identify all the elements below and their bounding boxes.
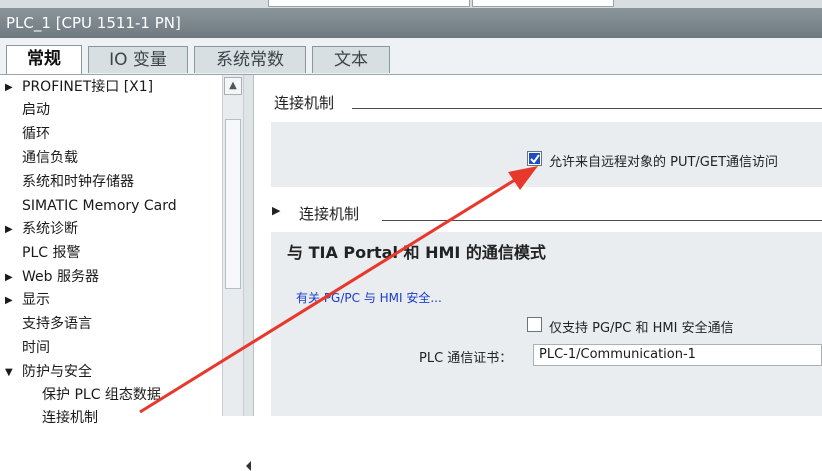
tab-io-tags[interactable]: IO 变量 <box>88 46 188 73</box>
expand-arrow-icon[interactable]: ▶ <box>5 76 13 99</box>
put-get-panel: 允许来自远程对象的 PUT/GET通信访问 <box>271 122 822 187</box>
toolbar-field[interactable] <box>472 0 614 7</box>
put-get-checkbox[interactable] <box>527 151 542 166</box>
expand-arrow-icon[interactable]: ▶ <box>5 266 13 289</box>
window-title: PLC_1 [CPU 1511-1 PN] <box>0 8 822 38</box>
cert-label: PLC 通信证书： <box>419 351 513 366</box>
top-toolbar-strip <box>0 0 822 8</box>
expand-arrow-icon[interactable]: ▶ <box>5 289 13 312</box>
section-title: 连接机制 <box>299 205 360 223</box>
cert-field[interactable]: PLC-1/Communication-1 <box>533 344 822 366</box>
chevron-right-icon[interactable]: ▶ <box>272 204 280 217</box>
chevron-up-icon[interactable]: ▲ <box>224 77 242 95</box>
comm-mode-heading: 与 TIA Portal 和 HMI 的通信模式 <box>287 243 546 262</box>
collapse-arrow-icon[interactable]: ▼ <box>5 361 13 384</box>
triangle-left-icon[interactable] <box>246 461 251 471</box>
secure-only-checkbox[interactable] <box>527 317 542 332</box>
expand-arrow-icon[interactable]: ▶ <box>5 218 13 241</box>
put-get-label: 允许来自远程对象的 PUT/GET通信访问 <box>549 155 779 170</box>
check-icon <box>529 153 540 164</box>
sidebar-scrollbar[interactable]: ▲ <box>222 75 244 416</box>
comm-mode-panel: 与 TIA Portal 和 HMI 的通信模式 有关 PG/PC 与 HMI … <box>271 232 822 416</box>
secure-only-label: 仅支持 PG/PC 和 HMI 安全通信 <box>549 321 734 336</box>
toolbar-field[interactable] <box>268 0 470 7</box>
tab-general[interactable]: 常规 <box>6 45 82 74</box>
tab-system-constants[interactable]: 系统常数 <box>194 46 306 73</box>
properties-content: 连接机制 允许来自远程对象的 PUT/GET通信访问 ▶ 连接机制 与 TIA … <box>254 75 822 416</box>
tab-texts[interactable]: 文本 <box>312 46 390 73</box>
scrollbar-thumb[interactable] <box>225 119 241 289</box>
tab-bar: 常规 IO 变量 系统常数 文本 <box>0 38 822 75</box>
section-divider <box>352 108 822 109</box>
section-title: 连接机制 <box>274 94 335 112</box>
sidebar-nav: ▶ PROFINET接口 [X1] 启动 循环 通信负载 系统和时钟存储器 SIM… <box>0 75 222 426</box>
panel-splitter[interactable] <box>244 75 254 471</box>
section-divider <box>382 220 822 221</box>
security-info-link[interactable]: 有关 PG/PC 与 HMI 安全... <box>296 289 442 306</box>
